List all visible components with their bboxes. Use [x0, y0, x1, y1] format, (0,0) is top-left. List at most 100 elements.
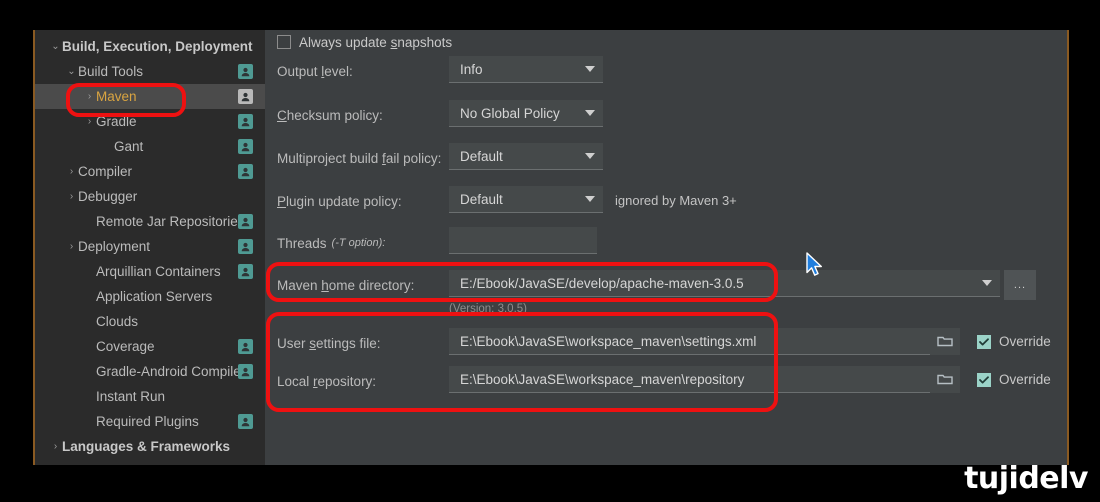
- local-repository-override-row[interactable]: Override: [977, 372, 1051, 387]
- multiproject-fail-policy-label-row: Multiproject build fail policy:: [277, 143, 441, 173]
- sidebar-item-languages-frameworks[interactable]: › Languages & Frameworks: [35, 434, 265, 459]
- maven-home-browse-button[interactable]: ...: [1004, 270, 1036, 300]
- sidebar-item-label: Debugger: [78, 189, 138, 204]
- user-settings-override-checkbox[interactable]: [977, 334, 991, 349]
- sidebar-item-gradle-android-compiler[interactable]: Gradle-Android Compiler: [35, 359, 265, 384]
- sidebar-item-compiler[interactable]: › Compiler: [35, 159, 265, 184]
- chevron-down-icon[interactable]: ⌄: [65, 66, 78, 77]
- mouse-cursor-icon: [806, 252, 822, 276]
- output-level-value: Info: [460, 61, 483, 77]
- maven-home-value: E:/Ebook/JavaSE/develop/apache-maven-3.0…: [460, 275, 744, 291]
- checksum-policy-value: No Global Policy: [460, 105, 560, 121]
- user-settings-value: E:\Ebook\JavaSE\workspace_maven\settings…: [460, 333, 757, 349]
- threads-hint: (-T option):: [331, 237, 386, 249]
- chevron-down-icon[interactable]: ⌄: [49, 41, 62, 52]
- sidebar-item-clouds[interactable]: Clouds: [35, 309, 265, 334]
- checksum-policy-label-row: Checksum policy:: [277, 100, 383, 130]
- sidebar-item-label: Languages & Frameworks: [62, 439, 231, 454]
- user-profile-icon: [238, 264, 253, 279]
- watermark: tujidelv: [964, 461, 1088, 496]
- local-repository-override-checkbox[interactable]: [977, 372, 991, 387]
- sidebar-item-label: Compiler: [78, 164, 133, 179]
- threads-input[interactable]: [449, 227, 597, 254]
- sidebar-item-label: Deployment: [78, 239, 151, 254]
- output-level-combo[interactable]: Info: [449, 56, 603, 83]
- sidebar-item-maven[interactable]: › Maven: [35, 84, 265, 109]
- user-profile-icon: [238, 89, 253, 104]
- user-profile-icon: [238, 64, 253, 79]
- checksum-policy-label: Checksum policy:: [277, 107, 383, 123]
- user-settings-input[interactable]: E:\Ebook\JavaSE\workspace_maven\settings…: [449, 328, 930, 355]
- user-settings-override-row[interactable]: Override: [977, 334, 1051, 349]
- plugin-update-policy-note: ignored by Maven 3+: [615, 193, 737, 208]
- screenshot-root: ⌄ Build, Execution, Deployment ⌄ Build Tool…: [0, 0, 1100, 502]
- sidebar-item-label: Build, Execution, Deployment: [62, 39, 253, 54]
- threads-label: Threads: [277, 235, 327, 251]
- sidebar-item-remote-jar-repositories[interactable]: Remote Jar Repositories: [35, 209, 265, 234]
- chevron-down-icon: [585, 110, 595, 116]
- user-profile-icon: [238, 414, 253, 429]
- multiproject-fail-policy-label: Multiproject build fail policy:: [277, 150, 442, 166]
- threads-label-row: Threads (-T option):: [277, 228, 385, 258]
- maven-version-note: (Version: 3.0.5): [449, 303, 527, 315]
- chevron-right-icon[interactable]: ›: [65, 166, 78, 177]
- maven-home-label-row: Maven home directory:: [277, 270, 414, 300]
- user-settings-override-label: Override: [999, 334, 1051, 349]
- sidebar-item-build-execution-deployment[interactable]: ⌄ Build, Execution, Deployment: [35, 34, 265, 59]
- user-settings-label: User settings file:: [277, 335, 381, 351]
- maven-settings-panel: Always update snapshots Output level: In…: [265, 30, 1067, 465]
- chevron-right-icon[interactable]: ›: [49, 441, 62, 452]
- sidebar-item-application-servers[interactable]: Application Servers: [35, 284, 265, 309]
- sidebar-item-debugger[interactable]: › Debugger: [35, 184, 265, 209]
- plugin-update-policy-label-row: Plugin update policy:: [277, 186, 402, 216]
- chevron-right-icon[interactable]: ›: [65, 241, 78, 252]
- chevron-down-icon: [585, 66, 595, 72]
- sidebar-item-label: Application Servers: [96, 289, 213, 304]
- checksum-policy-combo[interactable]: No Global Policy: [449, 100, 603, 127]
- sidebar-item-arquillian-containers[interactable]: Arquillian Containers: [35, 259, 265, 284]
- sidebar-item-gant[interactable]: Gant: [35, 134, 265, 159]
- plugin-update-policy-value: Default: [460, 191, 503, 207]
- user-settings-browse-button[interactable]: [930, 328, 960, 355]
- multiproject-fail-policy-combo[interactable]: Default: [449, 143, 603, 170]
- always-update-snapshots-checkbox[interactable]: [277, 35, 291, 49]
- chevron-right-icon[interactable]: ›: [83, 116, 96, 127]
- user-profile-icon: [238, 364, 253, 379]
- chevron-down-icon: [585, 153, 595, 159]
- user-profile-icon: [238, 239, 253, 254]
- always-update-snapshots-row[interactable]: Always update snapshots: [277, 30, 452, 57]
- output-level-label: Output level:: [277, 63, 353, 79]
- chevron-right-icon[interactable]: ›: [83, 91, 96, 102]
- output-level-label-row: Output level:: [277, 56, 353, 86]
- sidebar-item-deployment[interactable]: › Deployment: [35, 234, 265, 259]
- browse-dots-label: ...: [1013, 279, 1027, 291]
- settings-tree-sidebar[interactable]: ⌄ Build, Execution, Deployment ⌄ Build Tool…: [35, 30, 265, 465]
- user-profile-icon: [238, 339, 253, 354]
- folder-icon: [937, 374, 953, 385]
- local-repository-label: Local repository:: [277, 373, 377, 389]
- maven-home-label: Maven home directory:: [277, 277, 415, 293]
- chevron-right-icon[interactable]: ›: [65, 191, 78, 202]
- multiproject-fail-policy-value: Default: [460, 148, 503, 164]
- local-repository-input[interactable]: E:\Ebook\JavaSE\workspace_maven\reposito…: [449, 366, 930, 393]
- always-update-snapshots-label: Always update snapshots: [299, 34, 453, 50]
- sidebar-item-required-plugins[interactable]: Required Plugins: [35, 409, 265, 434]
- chevron-down-icon: [585, 196, 595, 202]
- maven-home-combo[interactable]: E:/Ebook/JavaSE/develop/apache-maven-3.0…: [449, 270, 1000, 297]
- user-profile-icon: [238, 139, 253, 154]
- sidebar-item-build-tools[interactable]: ⌄ Build Tools: [35, 59, 265, 84]
- user-profile-icon: [238, 164, 253, 179]
- folder-icon: [937, 336, 953, 347]
- user-profile-icon: [238, 214, 253, 229]
- local-repository-label-row: Local repository:: [277, 366, 376, 396]
- plugin-update-policy-combo[interactable]: Default: [449, 186, 603, 213]
- sidebar-item-coverage[interactable]: Coverage: [35, 334, 265, 359]
- local-repository-value: E:\Ebook\JavaSE\workspace_maven\reposito…: [460, 371, 745, 387]
- local-repository-browse-button[interactable]: [930, 366, 960, 393]
- sidebar-item-instant-run[interactable]: Instant Run: [35, 384, 265, 409]
- user-settings-label-row: User settings file:: [277, 328, 381, 358]
- plugin-update-policy-label: Plugin update policy:: [277, 193, 402, 209]
- sidebar-item-label: Clouds: [96, 314, 139, 329]
- chevron-down-icon: [982, 280, 992, 286]
- sidebar-item-gradle[interactable]: › Gradle: [35, 109, 265, 134]
